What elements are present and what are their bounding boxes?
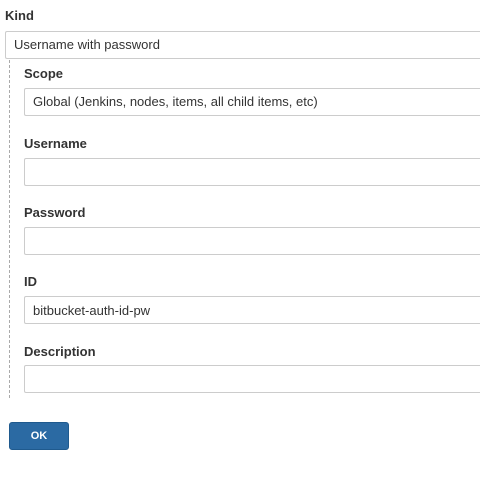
kind-select[interactable]: Username with password (5, 31, 480, 59)
id-field[interactable] (24, 296, 480, 324)
description-label: Description (24, 344, 96, 359)
scope-label: Scope (24, 66, 64, 81)
scope-select[interactable]: Global (Jenkins, nodes, items, all child… (24, 88, 480, 116)
password-label: Password (24, 205, 86, 220)
ok-button[interactable]: OK (9, 422, 69, 450)
kind-label: Kind (5, 8, 34, 23)
description-field[interactable] (24, 365, 480, 393)
id-label: ID (24, 274, 37, 289)
password-field[interactable] (24, 227, 480, 255)
username-label: Username (24, 136, 87, 151)
username-field[interactable] (24, 158, 480, 186)
